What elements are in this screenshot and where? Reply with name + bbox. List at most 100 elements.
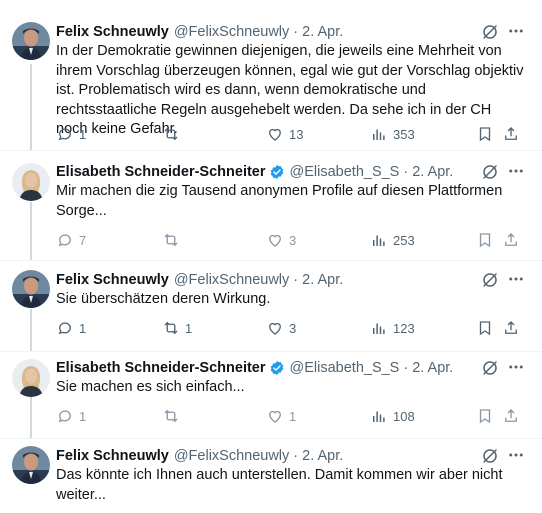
share-icon	[505, 233, 517, 246]
like-count: 13	[289, 126, 304, 142]
share-button[interactable]	[502, 406, 520, 426]
avatar[interactable]	[12, 22, 50, 60]
conversation-thread: Felix Schneuwly @FelixSchneuwly · 2. Apr…	[0, 0, 542, 513]
grok-icon[interactable]	[481, 23, 499, 41]
grok-icon[interactable]	[481, 163, 499, 181]
repost-icon	[164, 127, 178, 141]
author-handle[interactable]: @Elisabeth_S_S	[290, 164, 400, 180]
tweet-date[interactable]: 2. Apr.	[302, 24, 343, 40]
avatar[interactable]	[12, 359, 50, 397]
bookmark-icon	[479, 409, 491, 424]
bookmark-icon	[479, 233, 491, 248]
reply-icon	[58, 234, 71, 247]
share-button[interactable]	[502, 318, 520, 338]
author-handle[interactable]: @FelixSchneuwly	[174, 24, 289, 40]
tweet-actions: 7 3 253	[56, 230, 526, 250]
reply-count: 1	[79, 126, 87, 142]
bookmark-icon	[479, 127, 491, 142]
reply-icon	[58, 322, 71, 335]
tweet-text: Mir machen die zig Tausend anonymen Prof…	[56, 183, 503, 219]
avatar[interactable]	[12, 163, 50, 201]
share-button[interactable]	[502, 230, 520, 250]
repost-icon	[164, 321, 178, 335]
more-icon[interactable]	[506, 162, 526, 182]
separator: ·	[293, 272, 299, 288]
views-icon	[373, 235, 385, 246]
like-icon	[269, 128, 281, 141]
avatar[interactable]	[12, 446, 50, 484]
reply-button[interactable]: 7	[56, 230, 86, 250]
author-name[interactable]: Felix Schneuwly	[56, 24, 169, 40]
views-button[interactable]: 123	[370, 318, 415, 338]
reply-button[interactable]: 1	[56, 124, 86, 144]
tweet-date[interactable]: 2. Apr.	[412, 164, 453, 180]
author-name[interactable]: Elisabeth Schneider-Schneiter	[56, 164, 266, 180]
tweet-header: Felix Schneuwly @FelixSchneuwly · 2. Apr…	[56, 270, 343, 290]
tweet-actions: 1 1 108	[56, 406, 526, 426]
reply-button[interactable]: 1	[56, 406, 86, 426]
separator: ·	[293, 24, 299, 40]
author-name[interactable]: Felix Schneuwly	[56, 272, 169, 288]
verified-badge-icon	[269, 360, 285, 376]
repost-count: 1	[185, 320, 193, 336]
bookmark-button[interactable]	[476, 124, 494, 144]
views-count: 108	[393, 408, 415, 424]
share-icon	[505, 321, 517, 334]
tweet-header: Felix Schneuwly @FelixSchneuwly · 2. Apr…	[56, 446, 343, 466]
views-button[interactable]: 353	[370, 124, 415, 144]
tweet-date[interactable]: 2. Apr.	[302, 272, 343, 288]
repost-button[interactable]	[162, 124, 185, 144]
views-button[interactable]: 253	[370, 230, 415, 250]
author-handle[interactable]: @FelixSchneuwly	[174, 272, 289, 288]
more-icon[interactable]	[506, 270, 526, 290]
grok-icon[interactable]	[481, 271, 499, 289]
like-count: 3	[289, 320, 297, 336]
reply-icon	[58, 128, 71, 141]
more-icon[interactable]	[506, 446, 526, 466]
grok-icon[interactable]	[481, 447, 499, 465]
divider	[0, 150, 542, 151]
separator: ·	[403, 360, 409, 376]
views-icon	[373, 411, 385, 422]
author-name[interactable]: Felix Schneuwly	[56, 448, 169, 464]
more-icon[interactable]	[506, 358, 526, 378]
like-button[interactable]: 3	[266, 318, 296, 338]
tweet-text: Sie machen es sich einfach...	[56, 379, 245, 395]
reply-count: 1	[79, 408, 87, 424]
author-handle[interactable]: @Elisabeth_S_S	[290, 360, 400, 376]
tweet-date[interactable]: 2. Apr.	[412, 360, 453, 376]
reply-count: 7	[79, 232, 87, 248]
tweet-text: Sie überschätzen deren Wirkung.	[56, 291, 271, 307]
tweet-date[interactable]: 2. Apr.	[302, 448, 343, 464]
reply-count: 1	[79, 320, 87, 336]
repost-button[interactable]: 1	[162, 318, 192, 338]
more-icon[interactable]	[506, 22, 526, 42]
like-button[interactable]: 13	[266, 124, 303, 144]
author-name[interactable]: Elisabeth Schneider-Schneiter	[56, 360, 266, 376]
views-icon	[373, 323, 385, 334]
like-button[interactable]: 3	[266, 230, 296, 250]
repost-button[interactable]	[162, 406, 185, 426]
tweet-header: Elisabeth Schneider-Schneiter @Elisabeth…	[56, 162, 453, 182]
like-button[interactable]: 1	[266, 406, 296, 426]
bookmark-button[interactable]	[476, 230, 494, 250]
like-count: 3	[289, 232, 297, 248]
divider	[0, 351, 542, 352]
like-count: 1	[289, 408, 297, 424]
thread-connector	[30, 202, 32, 260]
repost-button[interactable]	[162, 230, 185, 250]
divider	[0, 260, 542, 261]
share-button[interactable]	[502, 124, 520, 144]
avatar[interactable]	[12, 270, 50, 308]
author-handle[interactable]: @FelixSchneuwly	[174, 448, 289, 464]
reply-button[interactable]: 1	[56, 318, 86, 338]
share-icon	[505, 409, 517, 422]
bookmark-button[interactable]	[476, 406, 494, 426]
tweet-text: Das könnte ich Ihnen auch unterstellen. …	[56, 467, 503, 503]
like-icon	[269, 410, 281, 423]
thread-connector	[30, 397, 32, 438]
tweet-header: Elisabeth Schneider-Schneiter @Elisabeth…	[56, 358, 453, 378]
bookmark-button[interactable]	[476, 318, 494, 338]
grok-icon[interactable]	[481, 359, 499, 377]
views-button[interactable]: 108	[370, 406, 415, 426]
